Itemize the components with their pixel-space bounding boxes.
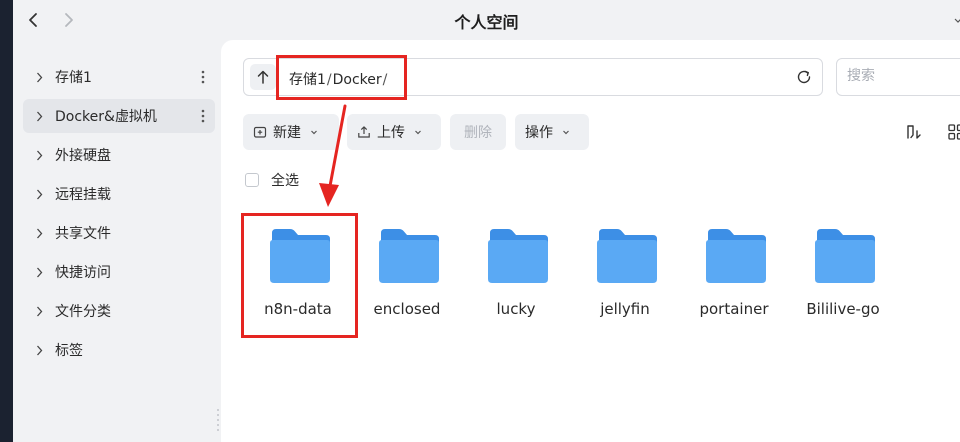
folder-name: n8n-data — [264, 300, 332, 318]
grid-view-button[interactable] — [946, 122, 960, 142]
sidebar-item-docker-vm[interactable]: Docker&虚拟机 — [23, 99, 215, 133]
chevron-down-icon — [309, 127, 319, 137]
folder-icon — [488, 229, 548, 283]
chevron-right-icon — [33, 110, 45, 122]
search-box — [836, 58, 960, 96]
folder-item-bililive-go[interactable]: Bililive-go — [791, 220, 895, 340]
folder-name: lucky — [496, 300, 536, 318]
window-title: 个人空间 — [454, 13, 519, 32]
chevron-right-icon — [33, 149, 45, 161]
chevron-right-icon — [33, 305, 45, 317]
title-bar: 个人空间 — [13, 0, 960, 40]
operations-button-label: 操作 — [525, 125, 553, 141]
main-panel: 存储1/Docker/ 新建 上传 删除 操作 — [221, 40, 960, 442]
folder-item-jellyfin[interactable]: jellyfin — [573, 220, 677, 340]
new-file-icon — [253, 125, 267, 139]
arrow-up-icon — [257, 70, 269, 84]
chevron-right-icon — [33, 344, 45, 356]
sidebar-item-file-categories[interactable]: 文件分类 — [23, 294, 215, 328]
new-button[interactable]: 新建 — [243, 114, 339, 150]
folder-item-portainer[interactable]: portainer — [682, 220, 786, 340]
sidebar-item-label: 外接硬盘 — [55, 148, 111, 164]
refresh-icon — [797, 70, 811, 84]
sidebar-item-external-disk[interactable]: 外接硬盘 — [23, 138, 215, 172]
folder-name: portainer — [699, 300, 769, 318]
breadcrumb: 存储1/Docker/ — [289, 69, 388, 89]
breadcrumb-separator: / — [382, 72, 388, 88]
sidebar-item-label: 标签 — [55, 343, 83, 359]
chevron-right-icon — [33, 71, 45, 83]
chevron-down-icon — [413, 127, 423, 137]
sidebar-item-label: 远程挂载 — [55, 187, 111, 203]
up-directory-button[interactable] — [250, 64, 276, 90]
folder-item-enclosed[interactable]: enclosed — [355, 220, 459, 340]
sidebar-resize-handle[interactable] — [216, 408, 220, 432]
upload-icon — [357, 125, 371, 139]
more-vertical-icon[interactable] — [195, 67, 211, 87]
folder-item-lucky[interactable]: lucky — [464, 220, 568, 340]
delete-button[interactable]: 删除 — [450, 114, 506, 150]
chevron-right-icon — [33, 188, 45, 200]
sort-button[interactable] — [904, 122, 924, 142]
grid-view-icon — [948, 124, 960, 140]
upload-button-label: 上传 — [377, 125, 405, 141]
sidebar-item-label: 共享文件 — [55, 226, 111, 242]
chevron-down-icon — [561, 127, 571, 137]
sidebar-item-storage1[interactable]: 存储1 — [23, 60, 215, 94]
upload-button[interactable]: 上传 — [347, 114, 441, 150]
sidebar-item-remote-mount[interactable]: 远程挂载 — [23, 177, 215, 211]
breadcrumb-docker[interactable]: Docker — [333, 72, 382, 88]
sidebar: 存储1 Docker&虚拟机 外接硬盘 远程挂载 共享文件 快捷访问 文件分类 — [13, 40, 221, 442]
sidebar-item-shared-files[interactable]: 共享文件 — [23, 216, 215, 250]
sort-icon — [907, 125, 921, 139]
sidebar-item-label: 快捷访问 — [55, 265, 111, 281]
select-all-label: 全选 — [271, 173, 299, 189]
breadcrumb-storage1[interactable]: 存储1 — [289, 72, 326, 88]
new-button-label: 新建 — [273, 125, 301, 141]
search-input[interactable] — [845, 67, 960, 85]
path-bar: 存储1/Docker/ — [243, 58, 823, 96]
sidebar-item-quick-access[interactable]: 快捷访问 — [23, 255, 215, 289]
folder-name: enclosed — [373, 300, 441, 318]
sidebar-item-label: 存储1 — [55, 70, 92, 86]
sidebar-item-label: Docker&虚拟机 — [55, 109, 157, 125]
operations-button[interactable]: 操作 — [515, 114, 589, 150]
file-manager-window: 个人空间 存储1 Docker&虚拟机 外接硬盘 远程挂载 共享文件 快捷访问 … — [13, 0, 960, 442]
folder-icon — [815, 229, 875, 283]
folder-name: jellyfin — [600, 300, 650, 318]
folder-icon — [379, 229, 439, 283]
chevron-right-icon — [33, 266, 45, 278]
folder-icon — [706, 229, 766, 283]
folder-item-n8n-data[interactable]: n8n-data — [246, 220, 350, 340]
select-all-control[interactable]: 全选 — [245, 170, 299, 190]
refresh-button[interactable] — [794, 67, 814, 87]
folder-name: Bililive-go — [806, 300, 880, 318]
delete-button-label: 删除 — [464, 125, 492, 141]
folder-icon — [597, 229, 657, 283]
select-all-checkbox[interactable] — [245, 173, 259, 187]
chevron-right-icon — [33, 227, 45, 239]
breadcrumb-separator: / — [326, 72, 332, 88]
folder-icon — [270, 229, 330, 283]
sidebar-item-label: 文件分类 — [55, 304, 111, 320]
window-edge-glyph — [954, 8, 960, 28]
more-vertical-icon[interactable] — [195, 106, 211, 126]
sidebar-item-tags[interactable]: 标签 — [23, 333, 215, 367]
